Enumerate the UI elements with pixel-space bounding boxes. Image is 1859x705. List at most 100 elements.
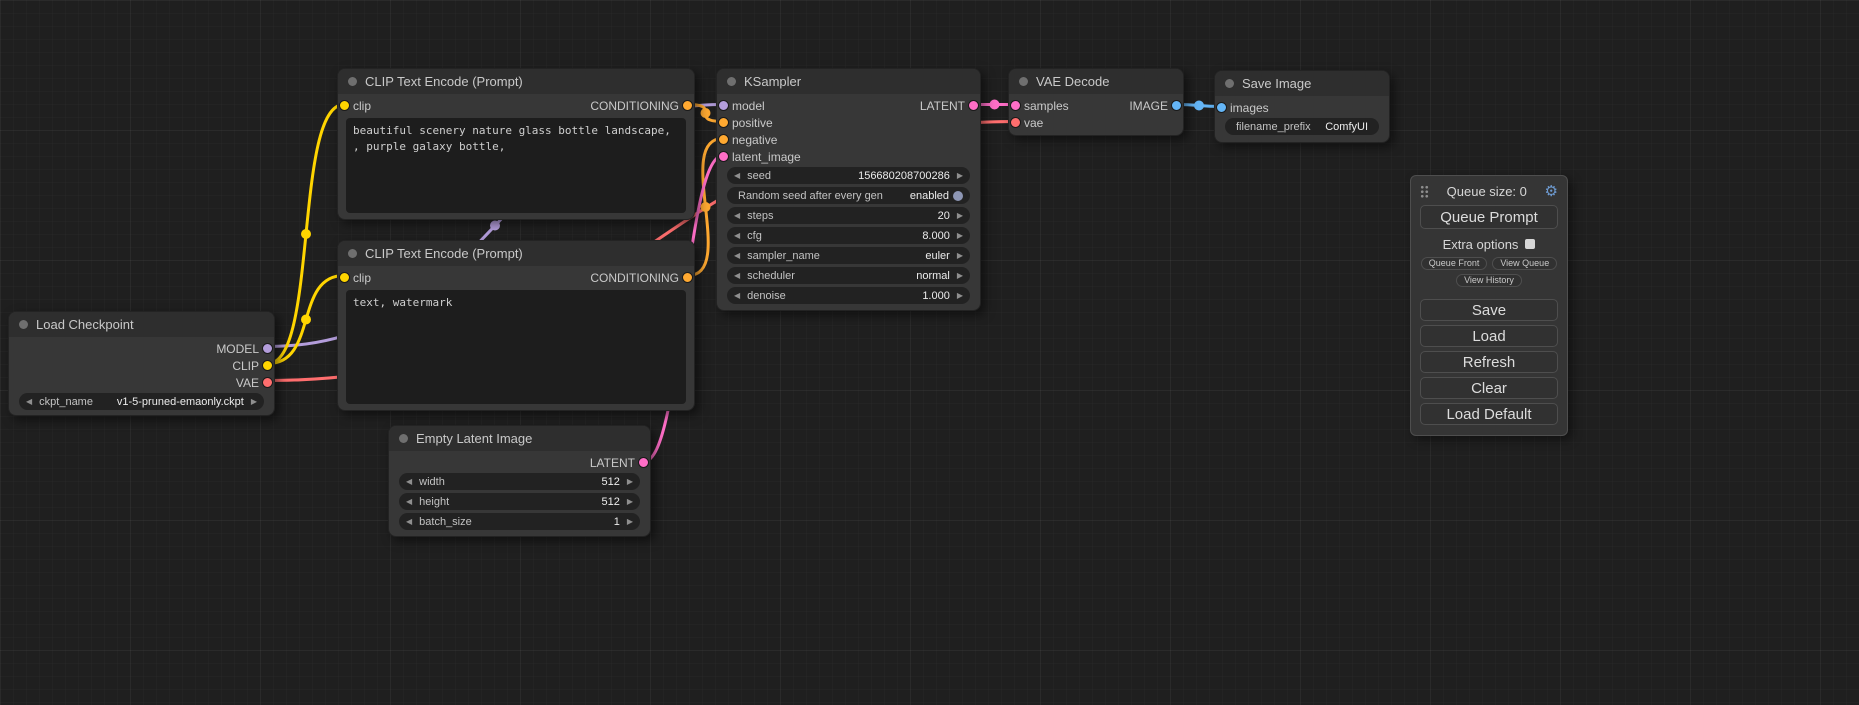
- clear-button[interactable]: Clear: [1420, 377, 1558, 399]
- arrow-right-icon[interactable]: ▶: [627, 513, 633, 530]
- drag-handle-icon[interactable]: [1420, 185, 1429, 198]
- arrow-left-icon[interactable]: ◀: [734, 287, 740, 304]
- widget-height[interactable]: ◀ height 512 ▶: [399, 493, 640, 510]
- input-port-vae[interactable]: [1010, 117, 1021, 128]
- load-button[interactable]: Load: [1420, 325, 1558, 347]
- arrow-right-icon[interactable]: ▶: [957, 287, 963, 304]
- input-port-model[interactable]: [718, 100, 729, 111]
- widget-width[interactable]: ◀ width 512 ▶: [399, 473, 640, 490]
- widget-seed[interactable]: ◀ seed 156680208700286 ▶: [727, 167, 970, 184]
- input-port-images[interactable]: [1216, 102, 1227, 113]
- output-port-image[interactable]: [1171, 100, 1182, 111]
- widget-denoise[interactable]: ◀ denoise 1.000 ▶: [727, 287, 970, 304]
- widget-sampler-name[interactable]: ◀ sampler_name euler ▶: [727, 247, 970, 264]
- view-queue-button[interactable]: View Queue: [1492, 257, 1557, 270]
- arrow-left-icon[interactable]: ◀: [734, 267, 740, 284]
- load-default-button[interactable]: Load Default: [1420, 403, 1558, 425]
- node-save-image[interactable]: Save Image images filename_prefix ComfyU…: [1214, 70, 1390, 143]
- node-titlebar[interactable]: Save Image: [1215, 71, 1389, 96]
- input-port-clip[interactable]: [339, 272, 350, 283]
- input-label-positive: positive: [732, 116, 773, 130]
- collapse-toggle-icon[interactable]: [1225, 79, 1234, 88]
- refresh-button[interactable]: Refresh: [1420, 351, 1558, 373]
- wire-dot-latent-vae[interactable]: [990, 100, 1000, 110]
- view-history-button[interactable]: View History: [1456, 274, 1522, 287]
- collapse-toggle-icon[interactable]: [399, 434, 408, 443]
- save-button[interactable]: Save: [1420, 299, 1558, 321]
- node-clip-text-encode-positive[interactable]: CLIP Text Encode (Prompt) clip CONDITION…: [337, 68, 695, 220]
- widget-value: 20: [938, 210, 950, 222]
- output-port-vae[interactable]: [262, 377, 273, 388]
- queue-prompt-button[interactable]: Queue Prompt: [1420, 205, 1558, 229]
- input-port-negative[interactable]: [718, 134, 729, 145]
- widget-steps[interactable]: ◀ steps 20 ▶: [727, 207, 970, 224]
- widget-filename-prefix[interactable]: filename_prefix ComfyUI: [1225, 118, 1379, 135]
- arrow-left-icon[interactable]: ◀: [734, 227, 740, 244]
- node-titlebar[interactable]: Load Checkpoint: [9, 312, 274, 337]
- input-port-latent-image[interactable]: [718, 151, 729, 162]
- arrow-left-icon[interactable]: ◀: [406, 493, 412, 510]
- wire-dot-positive[interactable]: [701, 108, 711, 118]
- node-ksampler[interactable]: KSampler model LATENT positive negative …: [716, 68, 981, 311]
- node-titlebar[interactable]: Empty Latent Image: [389, 426, 650, 451]
- widget-cfg[interactable]: ◀ cfg 8.000 ▶: [727, 227, 970, 244]
- output-port-latent[interactable]: [638, 457, 649, 468]
- node-titlebar[interactable]: VAE Decode: [1009, 69, 1183, 94]
- output-port-conditioning[interactable]: [682, 272, 693, 283]
- output-port-model[interactable]: [262, 343, 273, 354]
- input-port-positive[interactable]: [718, 117, 729, 128]
- arrow-left-icon[interactable]: ◀: [734, 207, 740, 224]
- settings-gear-icon[interactable]: ⚙: [1545, 184, 1558, 199]
- node-clip-text-encode-negative[interactable]: CLIP Text Encode (Prompt) clip CONDITION…: [337, 240, 695, 411]
- node-title: CLIP Text Encode (Prompt): [365, 246, 523, 261]
- node-titlebar[interactable]: CLIP Text Encode (Prompt): [338, 69, 694, 94]
- arrow-right-icon[interactable]: ▶: [627, 493, 633, 510]
- arrow-left-icon[interactable]: ◀: [734, 247, 740, 264]
- arrow-left-icon[interactable]: ◀: [734, 167, 740, 184]
- input-port-clip[interactable]: [339, 100, 350, 111]
- arrow-right-icon[interactable]: ▶: [957, 167, 963, 184]
- arrow-left-icon[interactable]: ◀: [406, 513, 412, 530]
- queue-front-button[interactable]: Queue Front: [1421, 257, 1488, 270]
- node-titlebar[interactable]: KSampler: [717, 69, 980, 94]
- wire-dot-model[interactable]: [490, 221, 500, 231]
- widget-ckpt-name[interactable]: ◀ ckpt_name v1-5-pruned-emaonly.ckpt ▶: [19, 393, 264, 410]
- arrow-right-icon[interactable]: ▶: [251, 393, 257, 410]
- arrow-right-icon[interactable]: ▶: [957, 207, 963, 224]
- widget-batch-size[interactable]: ◀ batch_size 1 ▶: [399, 513, 640, 530]
- arrow-right-icon[interactable]: ▶: [627, 473, 633, 490]
- wire-dot-negative[interactable]: [701, 202, 711, 212]
- node-vae-decode[interactable]: VAE Decode samples IMAGE vae: [1008, 68, 1184, 136]
- arrow-right-icon[interactable]: ▶: [957, 267, 963, 284]
- collapse-toggle-icon[interactable]: [1019, 77, 1028, 86]
- node-empty-latent-image[interactable]: Empty Latent Image LATENT ◀ width 512 ▶ …: [388, 425, 651, 537]
- node-titlebar[interactable]: CLIP Text Encode (Prompt): [338, 241, 694, 266]
- widget-value: enabled: [910, 190, 949, 202]
- slot-row: vae: [1009, 114, 1183, 131]
- wire-dot-clip-positive[interactable]: [301, 229, 311, 239]
- wire-dot-image[interactable]: [1194, 101, 1204, 111]
- collapse-toggle-icon[interactable]: [19, 320, 28, 329]
- prompt-textarea[interactable]: beautiful scenery nature glass bottle la…: [346, 118, 686, 213]
- toggle-indicator-icon[interactable]: [953, 191, 963, 201]
- collapse-toggle-icon[interactable]: [348, 77, 357, 86]
- collapse-toggle-icon[interactable]: [727, 77, 736, 86]
- output-label-latent: LATENT: [590, 456, 635, 470]
- prompt-textarea[interactable]: text, watermark: [346, 290, 686, 404]
- widget-random-seed-toggle[interactable]: Random seed after every gen enabled: [727, 187, 970, 204]
- arrow-left-icon[interactable]: ◀: [26, 393, 32, 410]
- graph-canvas[interactable]: Load Checkpoint MODEL CLIP VAE ◀ ckpt_na…: [0, 0, 1859, 705]
- arrow-left-icon[interactable]: ◀: [406, 473, 412, 490]
- output-port-conditioning[interactable]: [682, 100, 693, 111]
- output-port-latent[interactable]: [968, 100, 979, 111]
- extra-options-checkbox[interactable]: [1525, 239, 1535, 249]
- node-load-checkpoint[interactable]: Load Checkpoint MODEL CLIP VAE ◀ ckpt_na…: [8, 311, 275, 416]
- widget-scheduler[interactable]: ◀ scheduler normal ▶: [727, 267, 970, 284]
- arrow-right-icon[interactable]: ▶: [957, 227, 963, 244]
- widget-label: filename_prefix: [1236, 121, 1311, 133]
- wire-dot-clip-negative[interactable]: [301, 315, 311, 325]
- output-port-clip[interactable]: [262, 360, 273, 371]
- input-port-samples[interactable]: [1010, 100, 1021, 111]
- collapse-toggle-icon[interactable]: [348, 249, 357, 258]
- arrow-right-icon[interactable]: ▶: [957, 247, 963, 264]
